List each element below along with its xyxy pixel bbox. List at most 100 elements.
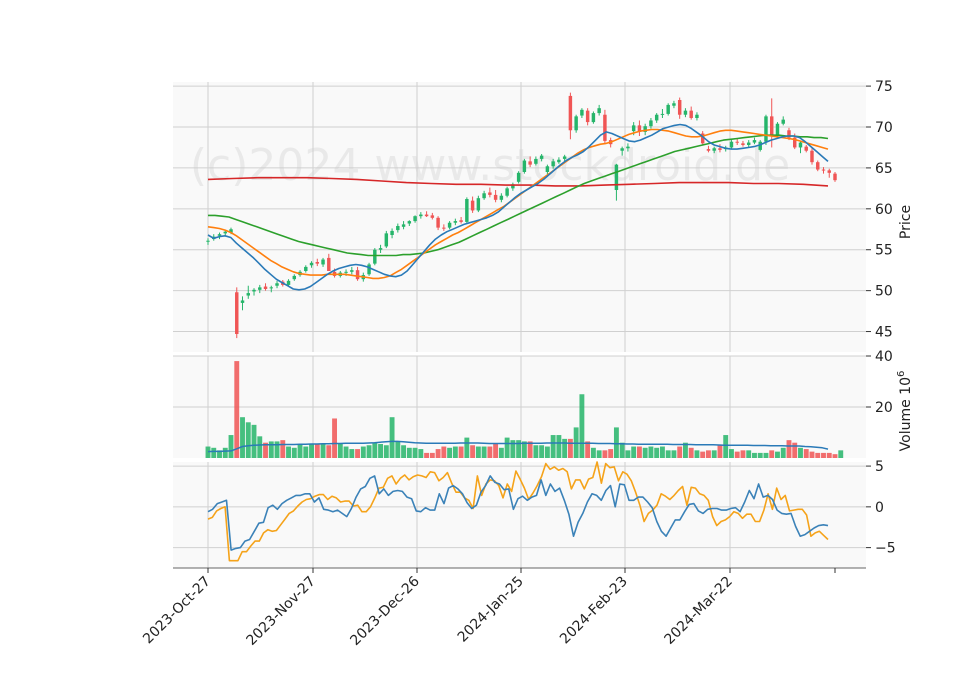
candle-body: [591, 113, 596, 123]
candle-body: [574, 116, 578, 131]
volume-bar: [613, 427, 619, 458]
volume-bar: [383, 445, 389, 458]
candle-body: [396, 226, 400, 231]
price-y-tick-label: 55: [875, 243, 893, 259]
volume-bar: [326, 445, 332, 458]
candle-body: [545, 166, 550, 172]
candle-body: [430, 215, 435, 218]
candle-body: [286, 280, 291, 285]
volume-bar: [337, 443, 343, 458]
volume-axis-title: Volume 106: [896, 371, 914, 452]
candle-body: [810, 150, 814, 163]
candle-body: [781, 119, 785, 124]
volume-bar: [332, 418, 337, 458]
volume-bar: [504, 437, 510, 458]
candle-body: [252, 289, 256, 292]
candle-body: [424, 214, 429, 217]
candle-body: [516, 172, 521, 182]
candle-body: [769, 116, 774, 136]
volume-y-tick-label: 40: [875, 349, 893, 365]
candle-body: [476, 198, 481, 211]
volume-bar: [372, 442, 378, 458]
volume-bar: [452, 446, 458, 458]
candle-body: [459, 220, 463, 222]
candle-body: [551, 161, 555, 167]
candle-body: [258, 287, 262, 290]
x-tick-label: 2024-Mar-22: [662, 574, 736, 648]
candle-body: [585, 110, 590, 123]
volume-bar: [763, 452, 769, 458]
volume-bar: [821, 452, 826, 458]
volume-bar: [435, 449, 441, 458]
candle-body: [493, 194, 498, 200]
volume-bar: [700, 451, 706, 458]
candle-body: [649, 120, 653, 127]
volume-bar: [360, 446, 366, 458]
volume-bar: [257, 436, 263, 458]
candle-body: [562, 156, 567, 159]
volume-bar: [401, 445, 407, 458]
candle-body: [683, 110, 688, 115]
candle-body: [568, 95, 573, 131]
volume-bar: [740, 450, 746, 458]
candle-body: [499, 195, 504, 200]
x-tick-label: 2023-Oct-27: [140, 574, 214, 648]
volume-bar: [677, 446, 683, 458]
volume-bar: [412, 447, 418, 458]
candle-body: [580, 109, 584, 116]
price-y-tick-label: 50: [875, 284, 893, 300]
volume-bar: [240, 417, 245, 458]
volume-bar: [211, 447, 217, 458]
volume-bar: [234, 361, 240, 458]
candle-body: [666, 104, 670, 114]
candle-body: [269, 287, 274, 289]
candle-body: [275, 283, 279, 286]
volume-bar: [809, 451, 815, 458]
volume-bar: [447, 447, 453, 458]
volume-bar: [671, 450, 677, 458]
candle-body: [660, 113, 665, 115]
volume-y-tick-label: 20: [875, 400, 893, 416]
volume-bar: [349, 449, 355, 458]
volume-bar: [596, 450, 602, 458]
volume-bar: [355, 449, 361, 458]
volume-bar: [734, 451, 740, 458]
candle-body: [206, 240, 210, 242]
volume-bar: [343, 446, 349, 458]
volume-bar: [752, 452, 757, 458]
volume-bar: [533, 445, 539, 458]
volume-bar: [314, 443, 320, 458]
candle-body: [419, 214, 423, 217]
candle-body: [470, 200, 475, 211]
candle-body: [689, 110, 693, 118]
volume-bar: [711, 450, 717, 458]
candle-body: [482, 193, 486, 199]
candle-body: [712, 148, 716, 151]
volume-bar: [826, 452, 832, 458]
candle-body: [373, 249, 377, 264]
candle-body: [816, 162, 820, 170]
volume-bar: [631, 446, 637, 458]
candle-body: [407, 221, 412, 224]
volume-bar: [832, 454, 838, 458]
volume-bar: [395, 441, 401, 458]
candle-body: [597, 108, 601, 114]
price-y-tick-label: 65: [875, 161, 893, 177]
stock-chart: (c)2024 www.stockdroid.de 45 50 55 60 65 70 75…: [0, 0, 960, 690]
candle-body: [367, 264, 371, 275]
volume-bar: [228, 435, 234, 458]
candle-body: [327, 257, 331, 271]
price-y-tick-label: 75: [875, 79, 893, 95]
volume-bar: [320, 443, 326, 458]
candle-body: [735, 141, 739, 143]
candle-body: [350, 270, 354, 272]
volume-bar: [544, 446, 550, 458]
candle-body: [436, 217, 440, 228]
volume-bar: [464, 437, 470, 458]
candle-body: [654, 114, 659, 121]
candle-body: [315, 262, 320, 264]
volume-bar: [579, 394, 585, 458]
volume-bar: [717, 445, 723, 458]
candle-body: [240, 300, 245, 303]
volume-bar: [251, 424, 257, 458]
